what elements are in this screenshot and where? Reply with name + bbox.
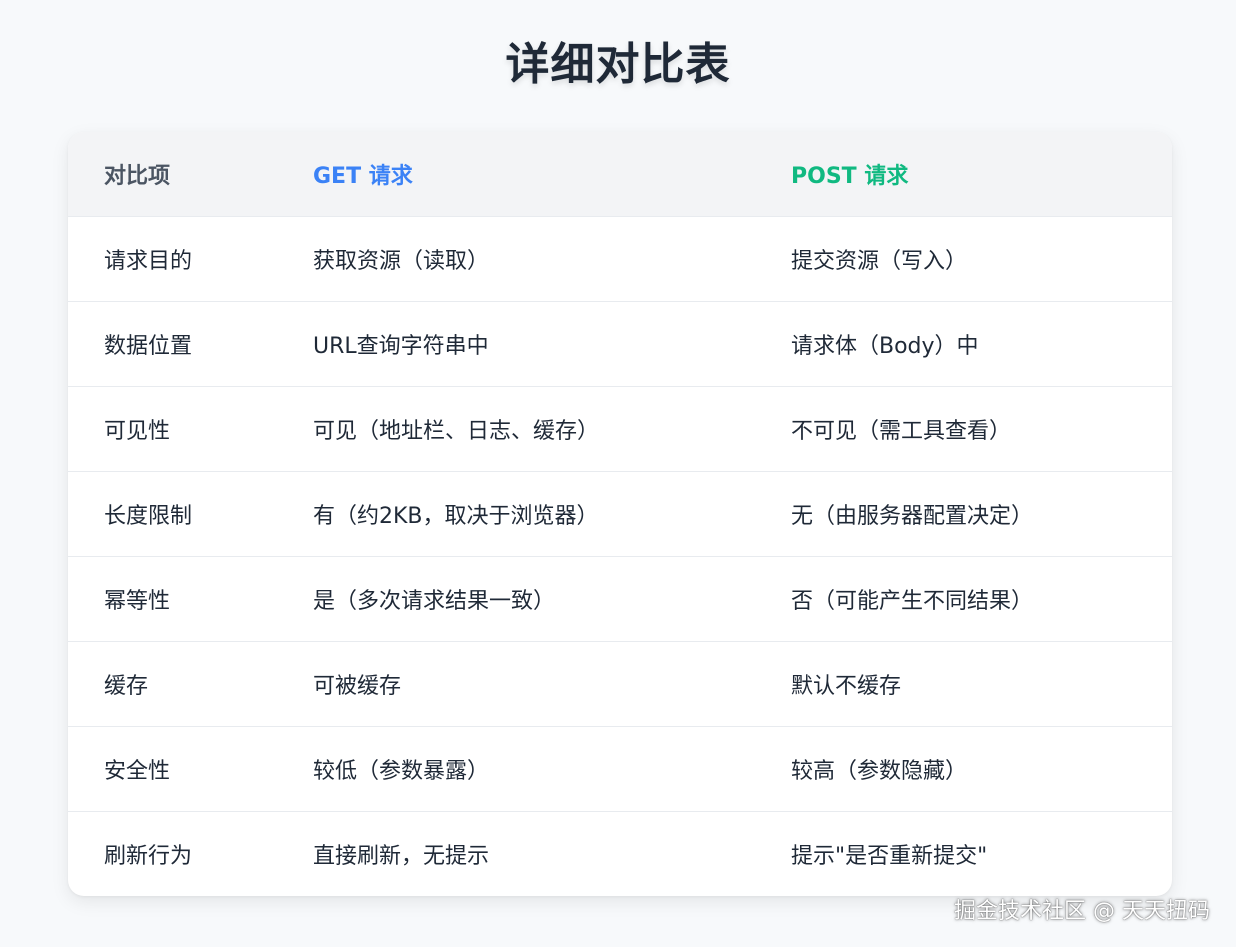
get-cell: 获取资源（读取） — [313, 248, 490, 274]
row-label: 可见性 — [104, 418, 171, 444]
get-cell: 直接刷新，无提示 — [313, 843, 490, 869]
table-row: 长度限制 有（约2KB，取决于浏览器） 无（由服务器配置决定） — [68, 471, 1172, 556]
table-row: 缓存 可被缓存 默认不缓存 — [68, 641, 1172, 726]
header-post-request: POST 请求 — [791, 163, 909, 189]
table-header-row: 对比项 GET 请求 POST 请求 — [68, 132, 1172, 216]
post-cell: 否（可能产生不同结果） — [791, 588, 1034, 614]
page-title: 详细对比表 — [505, 39, 731, 90]
table-row: 请求目的 获取资源（读取） 提交资源（写入） — [68, 216, 1172, 301]
get-cell: 较低（参数暴露） — [313, 758, 490, 784]
header-get-request: GET 请求 — [313, 163, 413, 189]
table-row: 幂等性 是（多次请求结果一致） 否（可能产生不同结果） — [68, 556, 1172, 641]
row-label: 刷新行为 — [104, 843, 193, 869]
get-cell: 是（多次请求结果一致） — [313, 588, 556, 614]
comparison-table: 对比项 GET 请求 POST 请求 请求目的 获取资源（读取） 提交资源（写入… — [68, 132, 1172, 896]
post-cell: 不可见（需工具查看） — [791, 418, 1012, 444]
get-cell: URL查询字符串中 — [313, 333, 489, 359]
get-cell: 有（约2KB，取决于浏览器） — [313, 503, 599, 529]
row-label: 幂等性 — [104, 588, 171, 614]
row-label: 数据位置 — [104, 333, 193, 359]
header-compare-item: 对比项 — [104, 163, 171, 189]
row-label: 长度限制 — [104, 503, 193, 529]
table-row: 刷新行为 直接刷新，无提示 提示"是否重新提交" — [68, 811, 1172, 896]
post-cell: 提示"是否重新提交" — [791, 843, 988, 869]
watermark: 掘金技术社区 @ 天天扭码 — [954, 899, 1210, 924]
comparison-table-card: 对比项 GET 请求 POST 请求 请求目的 获取资源（读取） 提交资源（写入… — [68, 132, 1172, 896]
get-cell: 可被缓存 — [313, 673, 402, 699]
get-cell: 可见（地址栏、日志、缓存） — [313, 418, 600, 444]
post-cell: 无（由服务器配置决定） — [791, 503, 1034, 529]
row-label: 请求目的 — [104, 248, 193, 274]
post-cell: 较高（参数隐藏） — [791, 758, 968, 784]
post-cell: 请求体（Body）中 — [791, 333, 979, 359]
table-row: 数据位置 URL查询字符串中 请求体（Body）中 — [68, 301, 1172, 386]
table-row: 安全性 较低（参数暴露） 较高（参数隐藏） — [68, 726, 1172, 811]
row-label: 缓存 — [104, 673, 149, 699]
post-cell: 默认不缓存 — [791, 673, 902, 699]
table-row: 可见性 可见（地址栏、日志、缓存） 不可见（需工具查看） — [68, 386, 1172, 471]
row-label: 安全性 — [104, 758, 171, 784]
post-cell: 提交资源（写入） — [791, 248, 968, 274]
